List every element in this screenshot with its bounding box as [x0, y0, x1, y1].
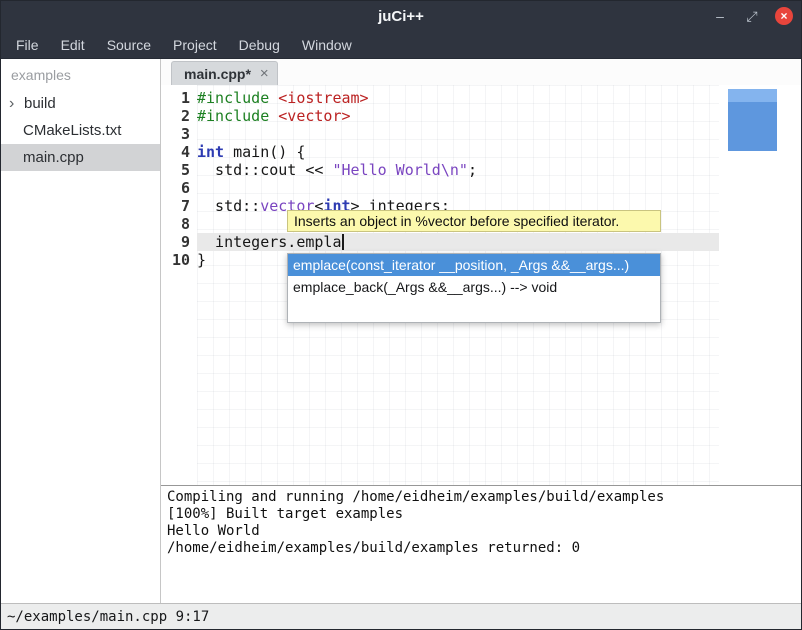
- code-token: std::: [197, 197, 260, 215]
- menu-project[interactable]: Project: [162, 31, 228, 59]
- editor-column: main.cpp* × 1 2 3 4 5 6 7 8 9 10: [161, 59, 801, 603]
- chevron-right-icon[interactable]: ›: [9, 97, 23, 111]
- project-name: examples: [1, 59, 160, 90]
- line-number: 1: [161, 89, 190, 107]
- code-line[interactable]: #include <vector>: [197, 107, 719, 125]
- output-panel: Compiling and running /home/eidheim/exam…: [161, 485, 801, 603]
- code-token: <iostream>: [278, 89, 368, 107]
- autocomplete-popup: emplace(const_iterator __position, _Args…: [287, 253, 661, 323]
- line-number: 5: [161, 161, 190, 179]
- line-number: 6: [161, 179, 190, 197]
- minimize-button[interactable]: –: [711, 7, 729, 25]
- code-editor: 1 2 3 4 5 6 7 8 9 10 #include <iostream>…: [161, 85, 801, 485]
- code-line[interactable]: int main() {: [197, 143, 719, 161]
- window-title: juCi++: [1, 8, 801, 25]
- window-controls: – ⤢ ×: [711, 1, 793, 31]
- code-token: ;: [468, 161, 477, 179]
- sidebar-item-build[interactable]: › build: [1, 90, 160, 117]
- line-number: 3: [161, 125, 190, 143]
- line-number: 4: [161, 143, 190, 161]
- menu-edit[interactable]: Edit: [50, 31, 96, 59]
- menu-file[interactable]: File: [5, 31, 50, 59]
- code-token: #include: [197, 107, 278, 125]
- titlebar: juCi++ – ⤢ ×: [1, 1, 801, 31]
- tree-item-label: CMakeLists.txt: [23, 122, 121, 139]
- output-line: /home/eidheim/examples/build/examples re…: [167, 540, 795, 557]
- output-line: [100%] Built target examples: [167, 506, 795, 523]
- tab-main-cpp[interactable]: main.cpp* ×: [171, 61, 278, 85]
- scrollbar-overview[interactable]: [728, 89, 777, 151]
- file-tree-sidebar: examples › build CMakeLists.txt main.cpp: [1, 59, 161, 603]
- statusbar: ~/examples/main.cpp 9:17: [1, 603, 801, 629]
- doc-tooltip: Inserts an object in %vector before spec…: [287, 210, 661, 232]
- main-area: examples › build CMakeLists.txt main.cpp…: [1, 59, 801, 603]
- close-button[interactable]: ×: [775, 7, 793, 25]
- tab-label: main.cpp*: [184, 66, 251, 82]
- sidebar-item-main-cpp[interactable]: main.cpp: [1, 144, 160, 171]
- line-number: 10: [161, 251, 190, 269]
- code-line[interactable]: std::cout << "Hello World\n";: [197, 161, 719, 179]
- code-token: <vector>: [278, 107, 350, 125]
- code-line[interactable]: [197, 125, 719, 143]
- line-number-gutter: 1 2 3 4 5 6 7 8 9 10: [161, 85, 197, 485]
- tabbar: main.cpp* ×: [161, 59, 801, 85]
- completion-item-emplace-back[interactable]: emplace_back(_Args &&__args...) --> void: [288, 276, 660, 298]
- code-token: main() {: [224, 143, 305, 161]
- code-token: std::cout <<: [197, 161, 332, 179]
- code-line[interactable]: [197, 179, 719, 197]
- output-line: Hello World: [167, 523, 795, 540]
- menu-source[interactable]: Source: [96, 31, 162, 59]
- line-number: 8: [161, 215, 190, 233]
- code-line-current[interactable]: integers.empla: [197, 233, 719, 251]
- scrollbar-overview-thumb: [728, 102, 777, 151]
- code-token: integers.empla: [197, 233, 342, 251]
- line-number: 7: [161, 197, 190, 215]
- text-cursor: [342, 234, 344, 250]
- code-line[interactable]: #include <iostream>: [197, 89, 719, 107]
- tab-close-icon[interactable]: ×: [260, 65, 269, 82]
- code-token: #include: [197, 89, 278, 107]
- menubar: File Edit Source Project Debug Window: [1, 31, 801, 59]
- line-number: 2: [161, 107, 190, 125]
- completion-item-emplace[interactable]: emplace(const_iterator __position, _Args…: [288, 254, 660, 276]
- line-number: 9: [161, 233, 190, 251]
- doc-tooltip-text: Inserts an object in %vector before spec…: [294, 213, 619, 229]
- maximize-button[interactable]: ⤢: [743, 7, 761, 25]
- sidebar-item-cmakelists[interactable]: CMakeLists.txt: [1, 117, 160, 144]
- scrollbar-overview-highlight: [728, 89, 777, 102]
- code-token: }: [197, 251, 206, 269]
- menu-debug[interactable]: Debug: [228, 31, 291, 59]
- tree-item-label: build: [24, 95, 56, 112]
- code-token: "Hello World\n": [332, 161, 467, 179]
- output-line: Compiling and running /home/eidheim/exam…: [167, 489, 795, 506]
- app-window: juCi++ – ⤢ × File Edit Source Project De…: [0, 0, 802, 630]
- menu-window[interactable]: Window: [291, 31, 363, 59]
- statusbar-file-position: ~/examples/main.cpp 9:17: [7, 609, 209, 625]
- code-token: int: [197, 143, 224, 161]
- tree-item-label: main.cpp: [23, 149, 84, 166]
